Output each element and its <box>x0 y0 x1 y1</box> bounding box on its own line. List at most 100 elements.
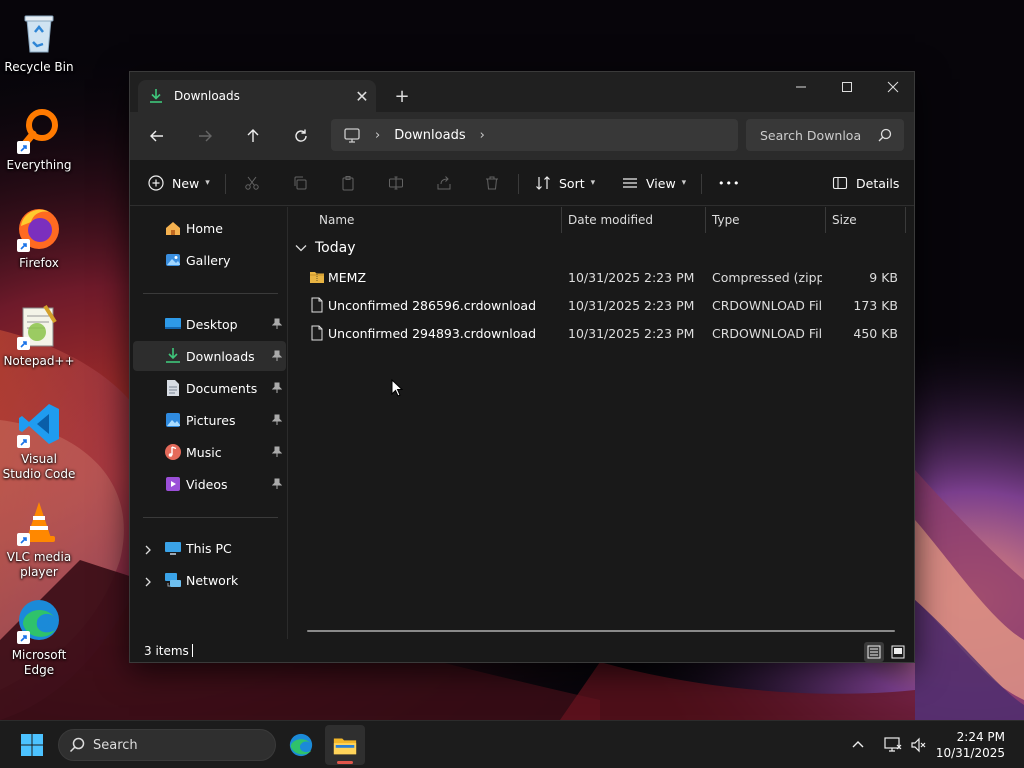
desktop-icon-edge[interactable]: Microsoft Edge <box>2 596 76 678</box>
shortcut-arrow-icon <box>17 239 30 252</box>
sort-button[interactable]: Sort ▾ <box>535 168 595 198</box>
clock-time: 2:24 PM <box>956 730 1005 744</box>
sidebar-item-downloads[interactable]: Downloads <box>133 341 286 371</box>
music-folder-icon <box>164 443 182 461</box>
desktop-icon-vlc[interactable]: VLC media player <box>2 498 76 580</box>
download-arrow-icon <box>148 88 164 104</box>
cut-button[interactable] <box>244 168 260 198</box>
back-button[interactable] <box>142 122 172 150</box>
share-button[interactable] <box>436 168 452 198</box>
desktop-icon-label: Firefox <box>19 256 59 270</box>
network-monitor-icon <box>884 737 902 752</box>
sidebar-item-label: Pictures <box>186 412 236 428</box>
taskbar-app-edge[interactable] <box>281 725 321 765</box>
network-status-button[interactable] <box>884 721 902 768</box>
desktop-icon-vscode[interactable]: Visual Studio Code <box>2 400 76 482</box>
paste-button[interactable] <box>340 168 356 198</box>
copy-icon <box>294 176 307 190</box>
details-view-button[interactable] <box>864 642 884 662</box>
column-header-size[interactable]: Size <box>826 207 905 233</box>
pin-icon[interactable] <box>271 478 283 490</box>
sidebar-divider <box>143 517 278 518</box>
file-size: 9 KB <box>869 269 898 285</box>
sidebar-item-label: This PC <box>186 540 232 556</box>
new-button[interactable]: New ▾ <box>148 168 210 198</box>
refresh-button[interactable] <box>286 122 316 150</box>
file-row[interactable]: Unconfirmed 286596.crdownload 10/31/2025… <box>303 291 903 319</box>
desktop-icon-label: Everything <box>6 158 72 172</box>
column-header-type[interactable]: Type <box>706 207 825 233</box>
file-row[interactable]: Unconfirmed 294893.crdownload 10/31/2025… <box>303 319 903 347</box>
desktop-icon-notepad-plus-plus[interactable]: Notepad++ <box>2 302 76 369</box>
tiles-view-button[interactable] <box>888 642 908 662</box>
taskbar-app-file-explorer[interactable] <box>325 725 365 765</box>
file-date: 10/31/2025 2:23 PM <box>568 325 695 341</box>
maximize-button[interactable] <box>824 72 870 102</box>
sidebar-item-this-pc[interactable]: This PC <box>133 533 286 563</box>
taskbar-clock[interactable]: 2:24 PM 10/31/2025 <box>936 729 1005 761</box>
volume-button[interactable] <box>910 721 928 768</box>
search-input[interactable] <box>760 127 864 143</box>
desktop-icon-firefox[interactable]: Firefox <box>2 204 76 271</box>
forward-button[interactable] <box>190 122 220 150</box>
sidebar-item-home[interactable]: Home <box>133 213 286 243</box>
pin-icon[interactable] <box>271 350 283 362</box>
pin-icon[interactable] <box>271 318 283 330</box>
minimize-button[interactable] <box>778 72 824 102</box>
new-tab-button[interactable]: + <box>388 84 416 108</box>
file-row[interactable]: MEMZ 10/31/2025 2:23 PM Compressed (zipp… <box>303 263 903 291</box>
network-icon <box>164 571 182 589</box>
up-button[interactable] <box>238 122 268 150</box>
tab-downloads[interactable]: Downloads ✕ <box>138 80 376 112</box>
search-box[interactable] <box>746 119 904 151</box>
copy-button[interactable] <box>292 168 308 198</box>
status-separator <box>192 644 193 657</box>
column-header-row: Name Date modified Type Size <box>289 207 914 233</box>
chevron-right-icon[interactable]: › <box>480 128 485 143</box>
desktop-icon-recycle-bin[interactable]: Recycle Bin <box>2 8 76 75</box>
pin-icon[interactable] <box>271 382 283 394</box>
close-button[interactable] <box>870 72 914 102</box>
view-button[interactable]: View ▾ <box>622 168 686 198</box>
group-header-today[interactable]: Today <box>295 240 356 256</box>
sidebar-item-label: Downloads <box>186 348 255 364</box>
delete-button[interactable] <box>484 168 500 198</box>
search-icon[interactable] <box>878 128 892 142</box>
sidebar-item-pictures[interactable]: Pictures <box>133 405 286 435</box>
start-button[interactable] <box>14 730 50 760</box>
more-options-button[interactable]: ••• <box>718 168 740 198</box>
gallery-icon <box>164 251 182 269</box>
sidebar-item-network[interactable]: Network <box>133 565 286 595</box>
recycle-bin-icon <box>15 8 63 56</box>
file-icon <box>309 325 325 341</box>
sidebar-item-documents[interactable]: Documents <box>133 373 286 403</box>
column-divider[interactable] <box>905 207 906 233</box>
taskbar-search-box[interactable]: Search <box>58 729 276 761</box>
vlc-icon <box>15 498 63 546</box>
breadcrumb-downloads[interactable]: Downloads <box>394 128 465 143</box>
desktop-icon-everything[interactable]: Everything <box>2 106 76 173</box>
sidebar-item-videos[interactable]: Videos <box>133 469 286 499</box>
column-header-date-modified[interactable]: Date modified <box>562 207 705 233</box>
chevron-right-icon[interactable]: › <box>375 128 380 143</box>
file-name: Unconfirmed 294893.crdownload <box>328 325 537 341</box>
chevron-right-icon[interactable] <box>143 543 153 555</box>
horizontal-scrollbar[interactable] <box>307 630 895 632</box>
details-pane-button[interactable]: Details <box>832 168 899 198</box>
show-hidden-icons-button[interactable] <box>852 721 864 768</box>
tab-close-button[interactable]: ✕ <box>348 82 376 110</box>
pictures-folder-icon <box>164 411 182 429</box>
chevron-right-icon[interactable] <box>143 575 153 587</box>
arrow-right-icon <box>199 130 212 142</box>
rename-button[interactable] <box>388 168 404 198</box>
pin-icon[interactable] <box>271 446 283 458</box>
downloads-folder-icon <box>164 347 182 365</box>
sidebar-item-desktop[interactable]: Desktop <box>133 309 286 339</box>
sidebar-item-gallery[interactable]: Gallery <box>133 245 286 275</box>
pin-icon[interactable] <box>271 414 283 426</box>
address-bar[interactable]: › Downloads › <box>331 119 738 151</box>
sidebar-item-music[interactable]: Music <box>133 437 286 467</box>
column-header-name[interactable]: Name <box>313 207 561 233</box>
shortcut-arrow-icon <box>17 533 30 546</box>
windows-logo-icon <box>21 734 43 756</box>
